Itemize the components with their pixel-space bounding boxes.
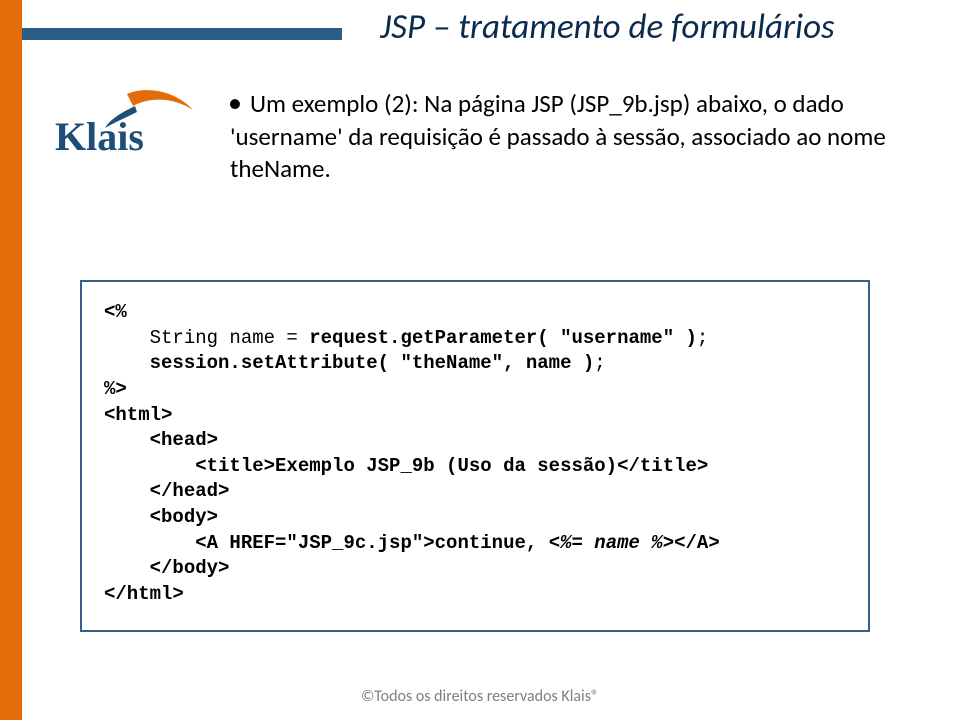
logo-text: Klais bbox=[55, 114, 144, 159]
slide: JSP – tratamento de formulários Klais Um… bbox=[0, 0, 960, 720]
left-accent-bar bbox=[0, 0, 22, 720]
footer-copyright: ©Todos os direitos reservados Klais® bbox=[0, 687, 960, 706]
logo: Klais bbox=[55, 88, 195, 168]
logo-bird-wing bbox=[127, 90, 193, 110]
top-accent-bar bbox=[22, 28, 342, 40]
bullet-item: Um exemplo (2): Na página JSP (JSP_9b.js… bbox=[230, 85, 900, 185]
code-box: <% String name = request.getParameter( "… bbox=[80, 280, 870, 632]
bullet-text: Um exemplo (2): Na página JSP (JSP_9b.js… bbox=[230, 85, 900, 185]
page-title: JSP – tratamento de formulários bbox=[380, 6, 930, 48]
